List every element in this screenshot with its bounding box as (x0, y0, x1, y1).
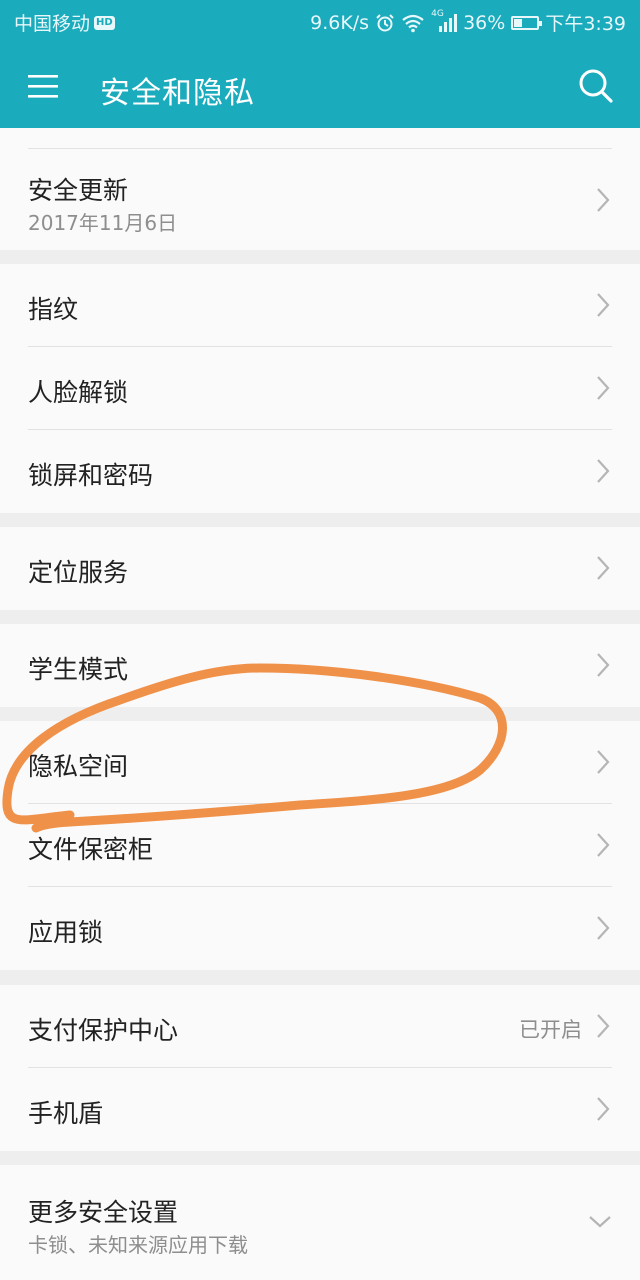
row-label: 文件保密柜 (28, 835, 154, 864)
alarm-icon (376, 13, 394, 31)
app-bar: 安全和隐私 (0, 44, 640, 128)
chevron-right-icon (597, 916, 610, 940)
row-label: 锁屏和密码 (28, 461, 154, 490)
battery-fill (514, 18, 523, 27)
row-label: 学生模式 (28, 655, 129, 684)
row-label: 安全更新 (28, 176, 129, 205)
group-security-update: 安全更新 2017年11月6日 (0, 128, 640, 250)
chevron-right-icon (597, 376, 610, 400)
row-status: 已开启 (519, 1018, 582, 1042)
chevron-right-icon (597, 1097, 610, 1121)
row-label: 手机盾 (28, 1099, 104, 1128)
status-bar: 中国移动 HD 9.6K/s 4G 36% 下午3:39 (0, 0, 640, 44)
chevron-right-icon (597, 833, 610, 857)
chevron-right-icon (597, 293, 610, 317)
status-left: 中国移动 HD (14, 9, 115, 36)
row-lock-screen-password[interactable]: 锁屏和密码 (0, 430, 640, 513)
search-icon (579, 69, 613, 103)
row-fingerprint[interactable]: 指纹 (0, 264, 640, 347)
row-label: 支付保护中心 (28, 1016, 179, 1045)
battery-percent: 36% (463, 11, 506, 34)
row-label: 隐私空间 (28, 752, 129, 781)
row-payment-protection[interactable]: 支付保护中心 已开启 (0, 985, 640, 1068)
chevron-right-icon (597, 188, 610, 212)
row-location-services[interactable]: 定位服务 (0, 527, 640, 610)
group-more-security: 更多安全设置 卡锁、未知来源应用下载 (0, 1165, 640, 1280)
menu-button[interactable] (26, 68, 74, 108)
row-sublabel: 2017年11月6日 (28, 211, 178, 235)
row-label: 人脸解锁 (28, 378, 129, 407)
row-face-unlock[interactable]: 人脸解锁 (0, 347, 640, 430)
search-button[interactable] (576, 66, 620, 110)
group-unlock: 指纹 人脸解锁 锁屏和密码 (0, 264, 640, 513)
signal-4g-icon: 4G (431, 9, 458, 33)
row-label: 更多安全设置 (28, 1198, 179, 1227)
row-student-mode[interactable]: 学生模式 (0, 624, 640, 707)
row-security-update[interactable]: 安全更新 2017年11月6日 (0, 149, 640, 250)
row-more-security-settings[interactable]: 更多安全设置 卡锁、未知来源应用下载 (0, 1165, 640, 1266)
battery-icon (511, 15, 543, 30)
clock: 下午3:39 (545, 13, 626, 35)
chevron-right-icon (597, 556, 610, 580)
group-location: 定位服务 (0, 527, 640, 610)
chevron-right-icon (597, 1014, 610, 1038)
chevron-right-icon (597, 459, 610, 483)
row-private-space[interactable]: 隐私空间 (0, 721, 640, 804)
status-right: 9.6K/s 4G 36% 下午3:39 (310, 9, 626, 36)
row-label: 指纹 (28, 295, 79, 324)
row-file-safe[interactable]: 文件保密柜 (0, 804, 640, 887)
group-payment: 支付保护中心 已开启 手机盾 (0, 985, 640, 1151)
row-phone-shield[interactable]: 手机盾 (0, 1068, 640, 1151)
group-privacy: 学生模式 隐私空间 文件保密柜 应用锁 (0, 624, 640, 970)
page-title: 安全和隐私 (100, 76, 255, 111)
row-app-lock[interactable]: 应用锁 (0, 887, 640, 970)
chevron-right-icon (597, 750, 610, 774)
carrier-name: 中国移动 (14, 13, 91, 35)
wifi-icon (402, 14, 424, 32)
chevron-right-icon (597, 653, 610, 677)
chevron-down-icon (589, 1216, 611, 1228)
network-speed: 9.6K/s (310, 11, 370, 34)
group-gap (0, 707, 640, 721)
row-label: 定位服务 (28, 558, 129, 587)
hd-badge: HD (94, 15, 115, 30)
row-sublabel: 卡锁、未知来源应用下载 (28, 1233, 248, 1257)
row-label: 应用锁 (28, 918, 104, 947)
hamburger-menu-icon (28, 75, 58, 98)
